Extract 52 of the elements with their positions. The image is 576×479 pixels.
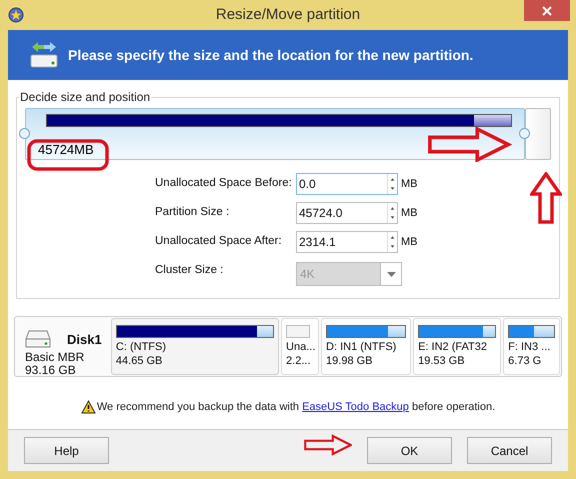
annotation-arrow <box>530 172 562 224</box>
partition-name: C: (NTFS) <box>116 340 166 354</box>
backup-link[interactable]: EaseUS Todo Backup <box>302 401 409 413</box>
unit-label: MB <box>401 206 418 221</box>
partition-card[interactable]: Una... 2.2... <box>281 318 320 375</box>
unit-label: MB <box>401 234 418 250</box>
field-label: Unallocated Space After: <box>155 234 283 250</box>
field-value: 0.0 <box>298 176 317 193</box>
partition-size: 44.65 GB <box>116 354 162 368</box>
field-value: 2314.1 <box>298 234 337 251</box>
partition-name: Una... <box>286 340 316 354</box>
partition-size: 6.73 G <box>508 354 542 368</box>
header-text: Please specify the size and the location for the new partition. <box>68 46 474 65</box>
spin-field[interactable]: 45724.0 <box>296 202 398 224</box>
partition-name: F: IN3 ... <box>508 340 550 354</box>
free-space-bar <box>286 325 310 338</box>
partition-size: 19.53 GB <box>418 354 465 368</box>
window-title: Resize/Move partition <box>214 4 362 25</box>
caret-icon <box>386 272 396 276</box>
unit-label: MB <box>401 176 418 192</box>
warning-icon <box>80 400 96 414</box>
field-label: Partition Size : <box>155 205 230 220</box>
backup-notice: We recommend you backup the data with EaseUS Todo Backup before operation. <box>96 400 496 415</box>
partition-card[interactable]: C: (NTFS) 44.65 GB <box>110 318 280 375</box>
spin-field[interactable]: 2314.1 <box>296 231 398 253</box>
disk-size: 93.16 GB <box>25 364 76 377</box>
partition-block[interactable]: 45724MB <box>25 108 525 160</box>
partition-card[interactable]: F: IN3 ... 6.73 G <box>503 318 560 375</box>
disk-type: Basic MBR <box>25 351 84 364</box>
partition-name: D: IN1 (NTFS) <box>326 340 396 354</box>
field-label: Unallocated Space Before: <box>155 176 293 192</box>
partition-size: 2.2... <box>286 354 311 368</box>
partition-name: E: IN2 (FAT32 <box>418 340 487 354</box>
field-label: Cluster Size : <box>155 263 224 278</box>
group-title: Decide size and position <box>19 90 152 104</box>
field-value: 45724.0 <box>298 205 344 222</box>
drive-arrows-icon <box>30 40 58 70</box>
partition-size: 19.98 GB <box>326 354 373 368</box>
app-icon <box>8 7 24 23</box>
unallocated-block <box>524 108 551 160</box>
close-icon <box>542 6 552 16</box>
partition-card[interactable]: D: IN1 (NTFS) 19.98 GB <box>321 318 412 375</box>
dialog-button[interactable]: Cancel <box>467 437 552 464</box>
partition-card[interactable]: E: IN2 (FAT32 19.53 GB <box>413 318 502 375</box>
partition-size-label: 45724MB <box>38 141 94 159</box>
dialog-button[interactable]: Help <box>24 437 109 464</box>
spin-field[interactable]: 0.0 <box>296 173 398 195</box>
dialog-button[interactable]: OK <box>367 437 452 464</box>
disk-name: Disk1 <box>67 331 102 349</box>
dropdown-value: 4K <box>299 266 316 283</box>
left-resize-handle[interactable] <box>19 128 30 139</box>
close-button[interactable] <box>524 0 570 21</box>
